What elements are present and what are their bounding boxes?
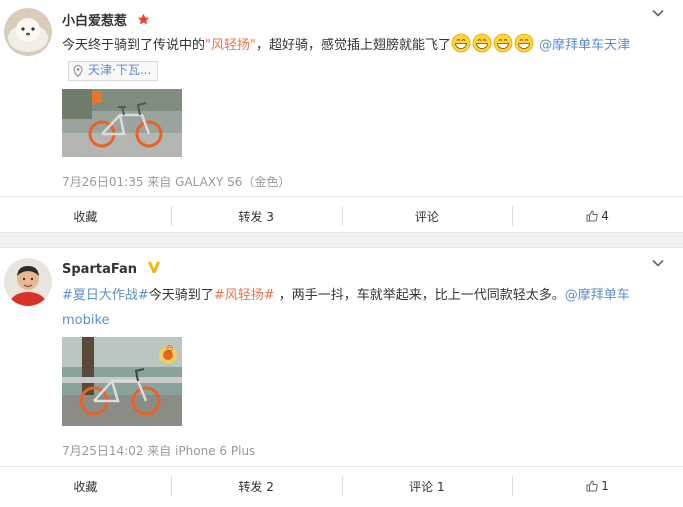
repost-label: 转发 2 bbox=[238, 479, 274, 494]
vip-badge-icon bbox=[147, 261, 161, 278]
location-text: 天津·下瓦... bbox=[88, 63, 152, 77]
post-image[interactable]: ☺ bbox=[62, 337, 182, 426]
feed-divider bbox=[0, 232, 683, 248]
feed-post-1: 小白爱惹惹 今天终于骑到了传说中的"风轻扬"，超好骑，感觉插上翅膀就能飞了 @摩… bbox=[0, 0, 683, 232]
chevron-down-icon[interactable] bbox=[651, 256, 665, 270]
post-text-part: 今天骑到了 bbox=[148, 288, 214, 303]
post-meta: 7月26日01:35 来自 GALAXY S6（金色） bbox=[62, 175, 291, 189]
like-count: 1 bbox=[601, 479, 609, 493]
svg-text:☺: ☺ bbox=[166, 345, 173, 353]
grin-emoji-icon bbox=[472, 33, 492, 53]
thumbs-up-icon bbox=[586, 480, 599, 492]
feed-post-2: SpartaFan #夏日大作战#今天骑到了#风轻扬# ，两手一抖，车就举起来，… bbox=[0, 248, 683, 507]
post-meta: 7月25日14:02 来自 iPhone 6 Plus bbox=[62, 444, 256, 458]
post-image[interactable] bbox=[62, 89, 182, 157]
comment-button[interactable]: 评论 1 bbox=[341, 467, 513, 505]
grin-emoji-icon bbox=[493, 33, 513, 53]
comment-label: 评论 1 bbox=[409, 479, 445, 494]
grin-emoji-icon bbox=[451, 33, 471, 53]
topic-link[interactable]: #夏日大作战# bbox=[62, 288, 149, 303]
username[interactable]: SpartaFan bbox=[62, 261, 161, 278]
grin-emoji-icon bbox=[514, 33, 534, 53]
username[interactable]: 小白爱惹惹 bbox=[62, 10, 150, 30]
action-bar: 收藏 转发 3 评论 4 bbox=[0, 196, 683, 235]
favorite-label: 收藏 bbox=[73, 209, 98, 224]
thumbs-up-icon bbox=[586, 210, 599, 222]
star-badge-icon bbox=[137, 13, 150, 30]
avatar[interactable] bbox=[4, 258, 52, 306]
like-button[interactable]: 1 bbox=[512, 467, 683, 505]
avatar[interactable] bbox=[4, 8, 52, 56]
username-text: SpartaFan bbox=[62, 262, 137, 277]
favorite-button[interactable]: 收藏 bbox=[0, 467, 171, 505]
repost-button[interactable]: 转发 2 bbox=[170, 467, 342, 505]
favorite-label: 收藏 bbox=[73, 479, 98, 494]
chevron-down-icon[interactable] bbox=[651, 6, 665, 20]
post-text-part: ，超好骑，感觉插上翅膀就能飞了 bbox=[255, 38, 451, 53]
username-text: 小白爱惹惹 bbox=[62, 14, 128, 29]
comment-label: 评论 bbox=[414, 209, 439, 224]
comment-button[interactable]: 评论 bbox=[341, 197, 513, 235]
action-bar: 收藏 转发 2 评论 1 1 bbox=[0, 466, 683, 505]
topic-link[interactable]: #风轻扬# bbox=[214, 288, 275, 303]
like-button[interactable]: 4 bbox=[512, 197, 683, 235]
location-pin-icon bbox=[73, 64, 83, 77]
post-text: 今天终于骑到了传说中的"风轻扬"，超好骑，感觉插上翅膀就能飞了 @摩拜单车天津 … bbox=[62, 33, 667, 83]
location-tag[interactable]: 天津·下瓦... bbox=[68, 60, 159, 81]
like-count: 4 bbox=[601, 209, 609, 223]
repost-button[interactable]: 转发 3 bbox=[170, 197, 342, 235]
repost-label: 转发 3 bbox=[238, 209, 274, 224]
highlight-text: "风轻扬" bbox=[205, 38, 256, 53]
post-text-part: 今天终于骑到了传说中的 bbox=[62, 38, 206, 53]
mention-link[interactable]: @摩拜单车天津 bbox=[539, 38, 630, 53]
favorite-button[interactable]: 收藏 bbox=[0, 197, 171, 235]
post-text: #夏日大作战#今天骑到了#风轻扬# ，两手一抖，车就举起来，比上一代同款轻太多。… bbox=[62, 283, 667, 333]
post-text-part: ，两手一抖，车就举起来，比上一代同款轻太多。 bbox=[274, 288, 565, 303]
